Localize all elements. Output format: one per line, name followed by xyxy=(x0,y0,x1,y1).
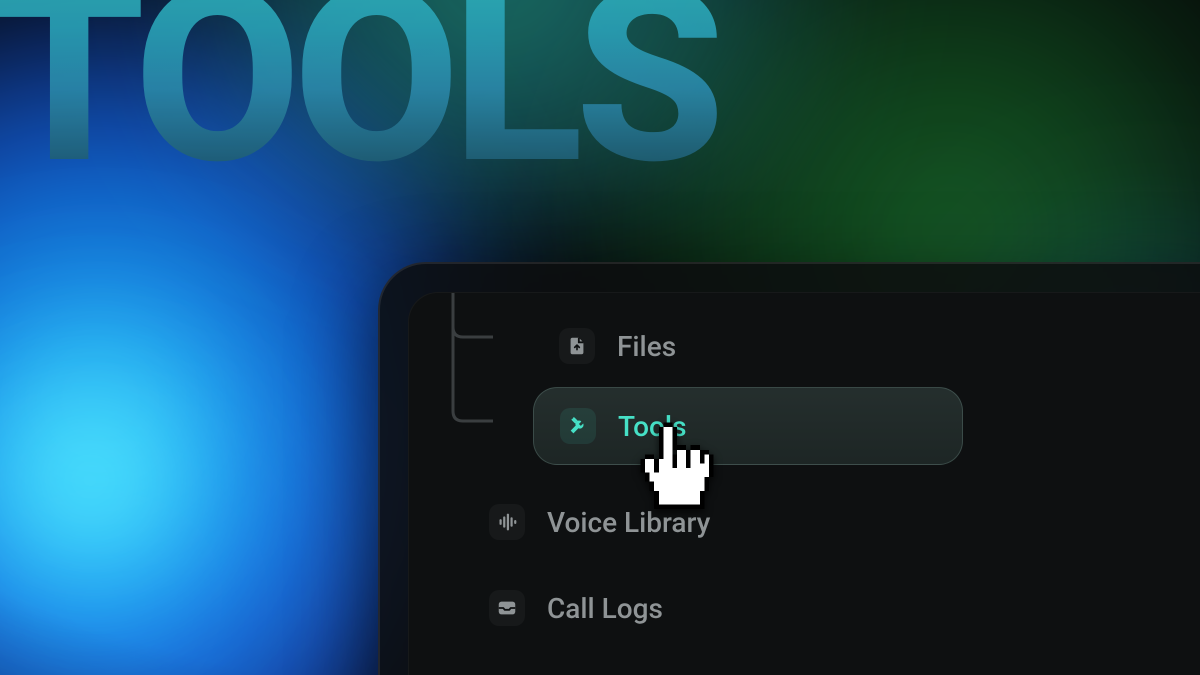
sidebar-item-tools[interactable]: Tools xyxy=(533,387,963,465)
sidebar-item-label: Tools xyxy=(618,410,686,443)
sidebar-item-label: Call Logs xyxy=(547,592,663,625)
sidebar-item-label: Files xyxy=(617,330,676,363)
tools-icon xyxy=(560,408,596,444)
app-window: Files Tools xyxy=(378,262,1200,675)
sidebar-item-label: Voice Library xyxy=(547,506,710,539)
sidebar-list: Files Tools xyxy=(463,311,983,643)
sidebar-panel: Files Tools xyxy=(408,292,1200,675)
sidebar-item-call-logs[interactable]: Call Logs xyxy=(463,573,983,643)
sidebar-item-files[interactable]: Files xyxy=(533,311,963,381)
file-icon xyxy=(559,328,595,364)
waveform-icon xyxy=(489,504,525,540)
sidebar-item-voice-library[interactable]: Voice Library xyxy=(463,487,983,557)
inbox-icon xyxy=(489,590,525,626)
